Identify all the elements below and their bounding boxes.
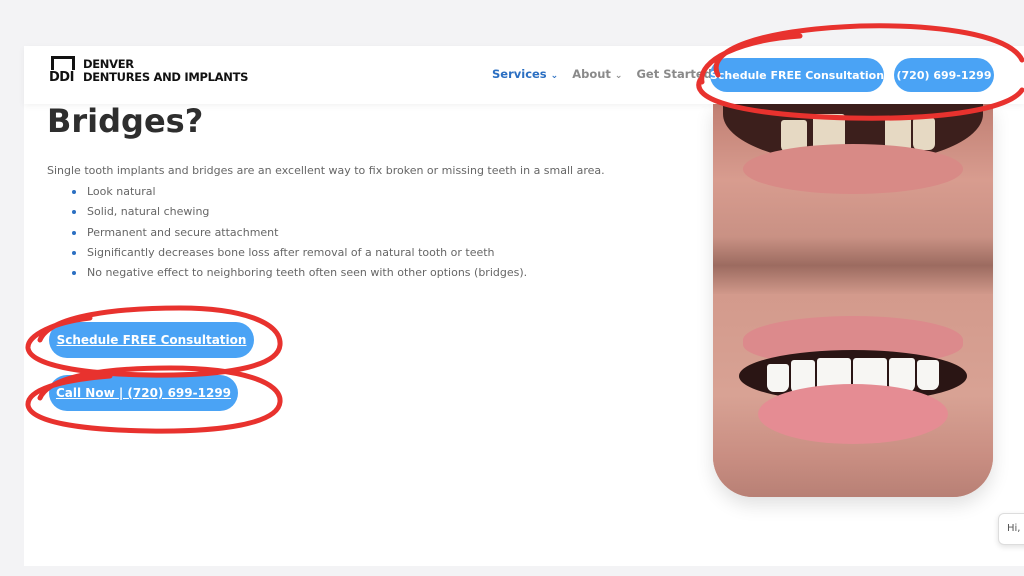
header-consultation-button[interactable]: Schedule FREE Consultation — [710, 58, 884, 92]
list-item: Permanent and secure attachment — [72, 224, 527, 244]
main-nav: Services⌄ About⌄ Get Started⌄ — [492, 67, 724, 81]
nav-label: About — [572, 67, 611, 81]
logo-line-1: DENVER — [83, 57, 134, 71]
nav-item-about[interactable]: About ⌄ — [572, 67, 622, 81]
logo-line-2: DENTURES AND IMPLANTS — [83, 70, 249, 84]
nav-item-services[interactable]: Services ⌄ — [492, 67, 558, 81]
chevron-down-icon: ⌄ — [550, 71, 559, 81]
logo-ddi: DDI — [49, 70, 75, 85]
list-item: Significantly decreases bone loss after … — [72, 244, 527, 264]
page-title: Bridges? — [47, 102, 204, 140]
list-item: Look natural — [72, 183, 527, 203]
photo-tooth — [767, 364, 789, 392]
photo-lip-before — [743, 144, 963, 194]
chat-widget[interactable]: Hi, h — [998, 513, 1024, 545]
intro-text: Single tooth implants and bridges are an… — [47, 164, 605, 177]
call-now-button[interactable]: Call Now | (720) 699-1299 — [49, 375, 238, 411]
nav-label: Get Started — [636, 67, 712, 81]
header-phone-button[interactable]: (720) 699-1299 — [894, 58, 994, 92]
photo-tooth — [913, 118, 935, 150]
nav-label: Services — [492, 67, 547, 81]
before-after-photo — [713, 104, 993, 497]
photo-tooth — [917, 360, 939, 390]
list-item: No negative effect to neighboring teeth … — [72, 264, 527, 284]
site-header: DDI DENVER DENTURES AND IMPLANTS Service… — [24, 46, 1024, 104]
schedule-consultation-button[interactable]: Schedule FREE Consultation — [49, 322, 254, 358]
list-item: Solid, natural chewing — [72, 203, 527, 223]
photo-lower-lip-after — [758, 384, 948, 444]
logo[interactable]: DDI DENVER DENTURES AND IMPLANTS — [49, 56, 259, 86]
page-container: DDI DENVER DENTURES AND IMPLANTS Service… — [24, 46, 1024, 566]
benefits-list: Look natural Solid, natural chewing Perm… — [72, 183, 527, 284]
chevron-down-icon: ⌄ — [614, 71, 623, 81]
